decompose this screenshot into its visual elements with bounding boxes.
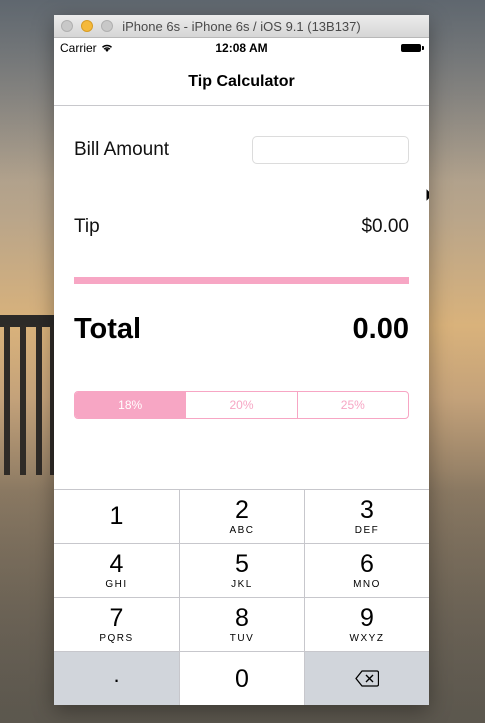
bill-row: Bill Amount bbox=[74, 135, 409, 165]
key-number: 0 bbox=[235, 664, 249, 693]
status-bar: Carrier 12:08 AM bbox=[54, 38, 429, 58]
key-4[interactable]: 4 GHI bbox=[54, 543, 179, 597]
key-letters: PQRS bbox=[99, 633, 134, 644]
bill-amount-label: Bill Amount bbox=[74, 139, 170, 160]
key-6[interactable]: 6 MNO bbox=[304, 543, 429, 597]
key-number: 9 bbox=[360, 604, 374, 632]
key-1[interactable]: 1 bbox=[54, 489, 179, 543]
key-number: 2 bbox=[235, 496, 249, 524]
bill-amount-input[interactable] bbox=[252, 136, 409, 164]
tip-option-20[interactable]: 20% bbox=[185, 392, 296, 418]
tip-option-18[interactable]: 18% bbox=[75, 392, 186, 418]
number-keypad: 1 2 ABC 3 DEF 4 GHI 5 JKL 6 MNO 7 PQRS 8 bbox=[54, 489, 429, 705]
mouse-pointer-icon bbox=[425, 186, 429, 207]
simulator-window: iPhone 6s - iPhone 6s / iOS 9.1 (13B137)… bbox=[54, 15, 429, 705]
key-number: 3 bbox=[360, 496, 374, 524]
key-letters: MNO bbox=[353, 579, 381, 590]
key-number: 1 bbox=[109, 501, 124, 530]
tip-value: $0.00 bbox=[361, 216, 409, 237]
key-decimal[interactable]: . bbox=[54, 651, 179, 705]
key-number: 4 bbox=[109, 550, 124, 578]
status-time: 12:08 AM bbox=[215, 41, 268, 55]
key-letters: ABC bbox=[229, 525, 255, 536]
key-letters: DEF bbox=[354, 525, 380, 536]
key-0[interactable]: 0 bbox=[179, 651, 304, 705]
zoom-button[interactable] bbox=[101, 20, 113, 32]
total-label: Total bbox=[74, 312, 142, 345]
key-number: . bbox=[113, 661, 120, 687]
key-number: 6 bbox=[360, 550, 374, 578]
key-number: 8 bbox=[235, 604, 249, 632]
key-number: 7 bbox=[109, 604, 124, 632]
close-button[interactable] bbox=[61, 20, 73, 32]
battery-icon bbox=[401, 44, 424, 52]
key-delete[interactable] bbox=[304, 651, 429, 705]
nav-title: Tip Calculator bbox=[188, 72, 295, 90]
tip-percentage-control: 18% 20% 25% bbox=[74, 391, 409, 419]
key-letters: WXYZ bbox=[349, 633, 385, 644]
key-letters: GHI bbox=[105, 579, 128, 590]
minimize-button[interactable] bbox=[81, 20, 93, 32]
total-value: 0.00 bbox=[352, 312, 409, 345]
key-number: 5 bbox=[235, 550, 249, 578]
window-titlebar: iPhone 6s - iPhone 6s / iOS 9.1 (13B137) bbox=[54, 15, 429, 38]
key-letters: TUV bbox=[229, 633, 255, 644]
background-pier bbox=[0, 285, 60, 485]
total-row: Total 0.00 bbox=[74, 310, 409, 348]
tip-row: Tip $0.00 bbox=[74, 212, 409, 242]
divider-bar bbox=[74, 277, 409, 284]
tip-option-25[interactable]: 25% bbox=[296, 392, 408, 418]
key-3[interactable]: 3 DEF bbox=[304, 489, 429, 543]
backspace-icon bbox=[355, 670, 379, 687]
key-8[interactable]: 8 TUV bbox=[179, 597, 304, 651]
navigation-bar: Tip Calculator bbox=[54, 58, 429, 106]
key-7[interactable]: 7 PQRS bbox=[54, 597, 179, 651]
key-letters: JKL bbox=[231, 579, 253, 590]
key-2[interactable]: 2 ABC bbox=[179, 489, 304, 543]
key-9[interactable]: 9 WXYZ bbox=[304, 597, 429, 651]
key-5[interactable]: 5 JKL bbox=[179, 543, 304, 597]
tip-label: Tip bbox=[74, 216, 100, 237]
